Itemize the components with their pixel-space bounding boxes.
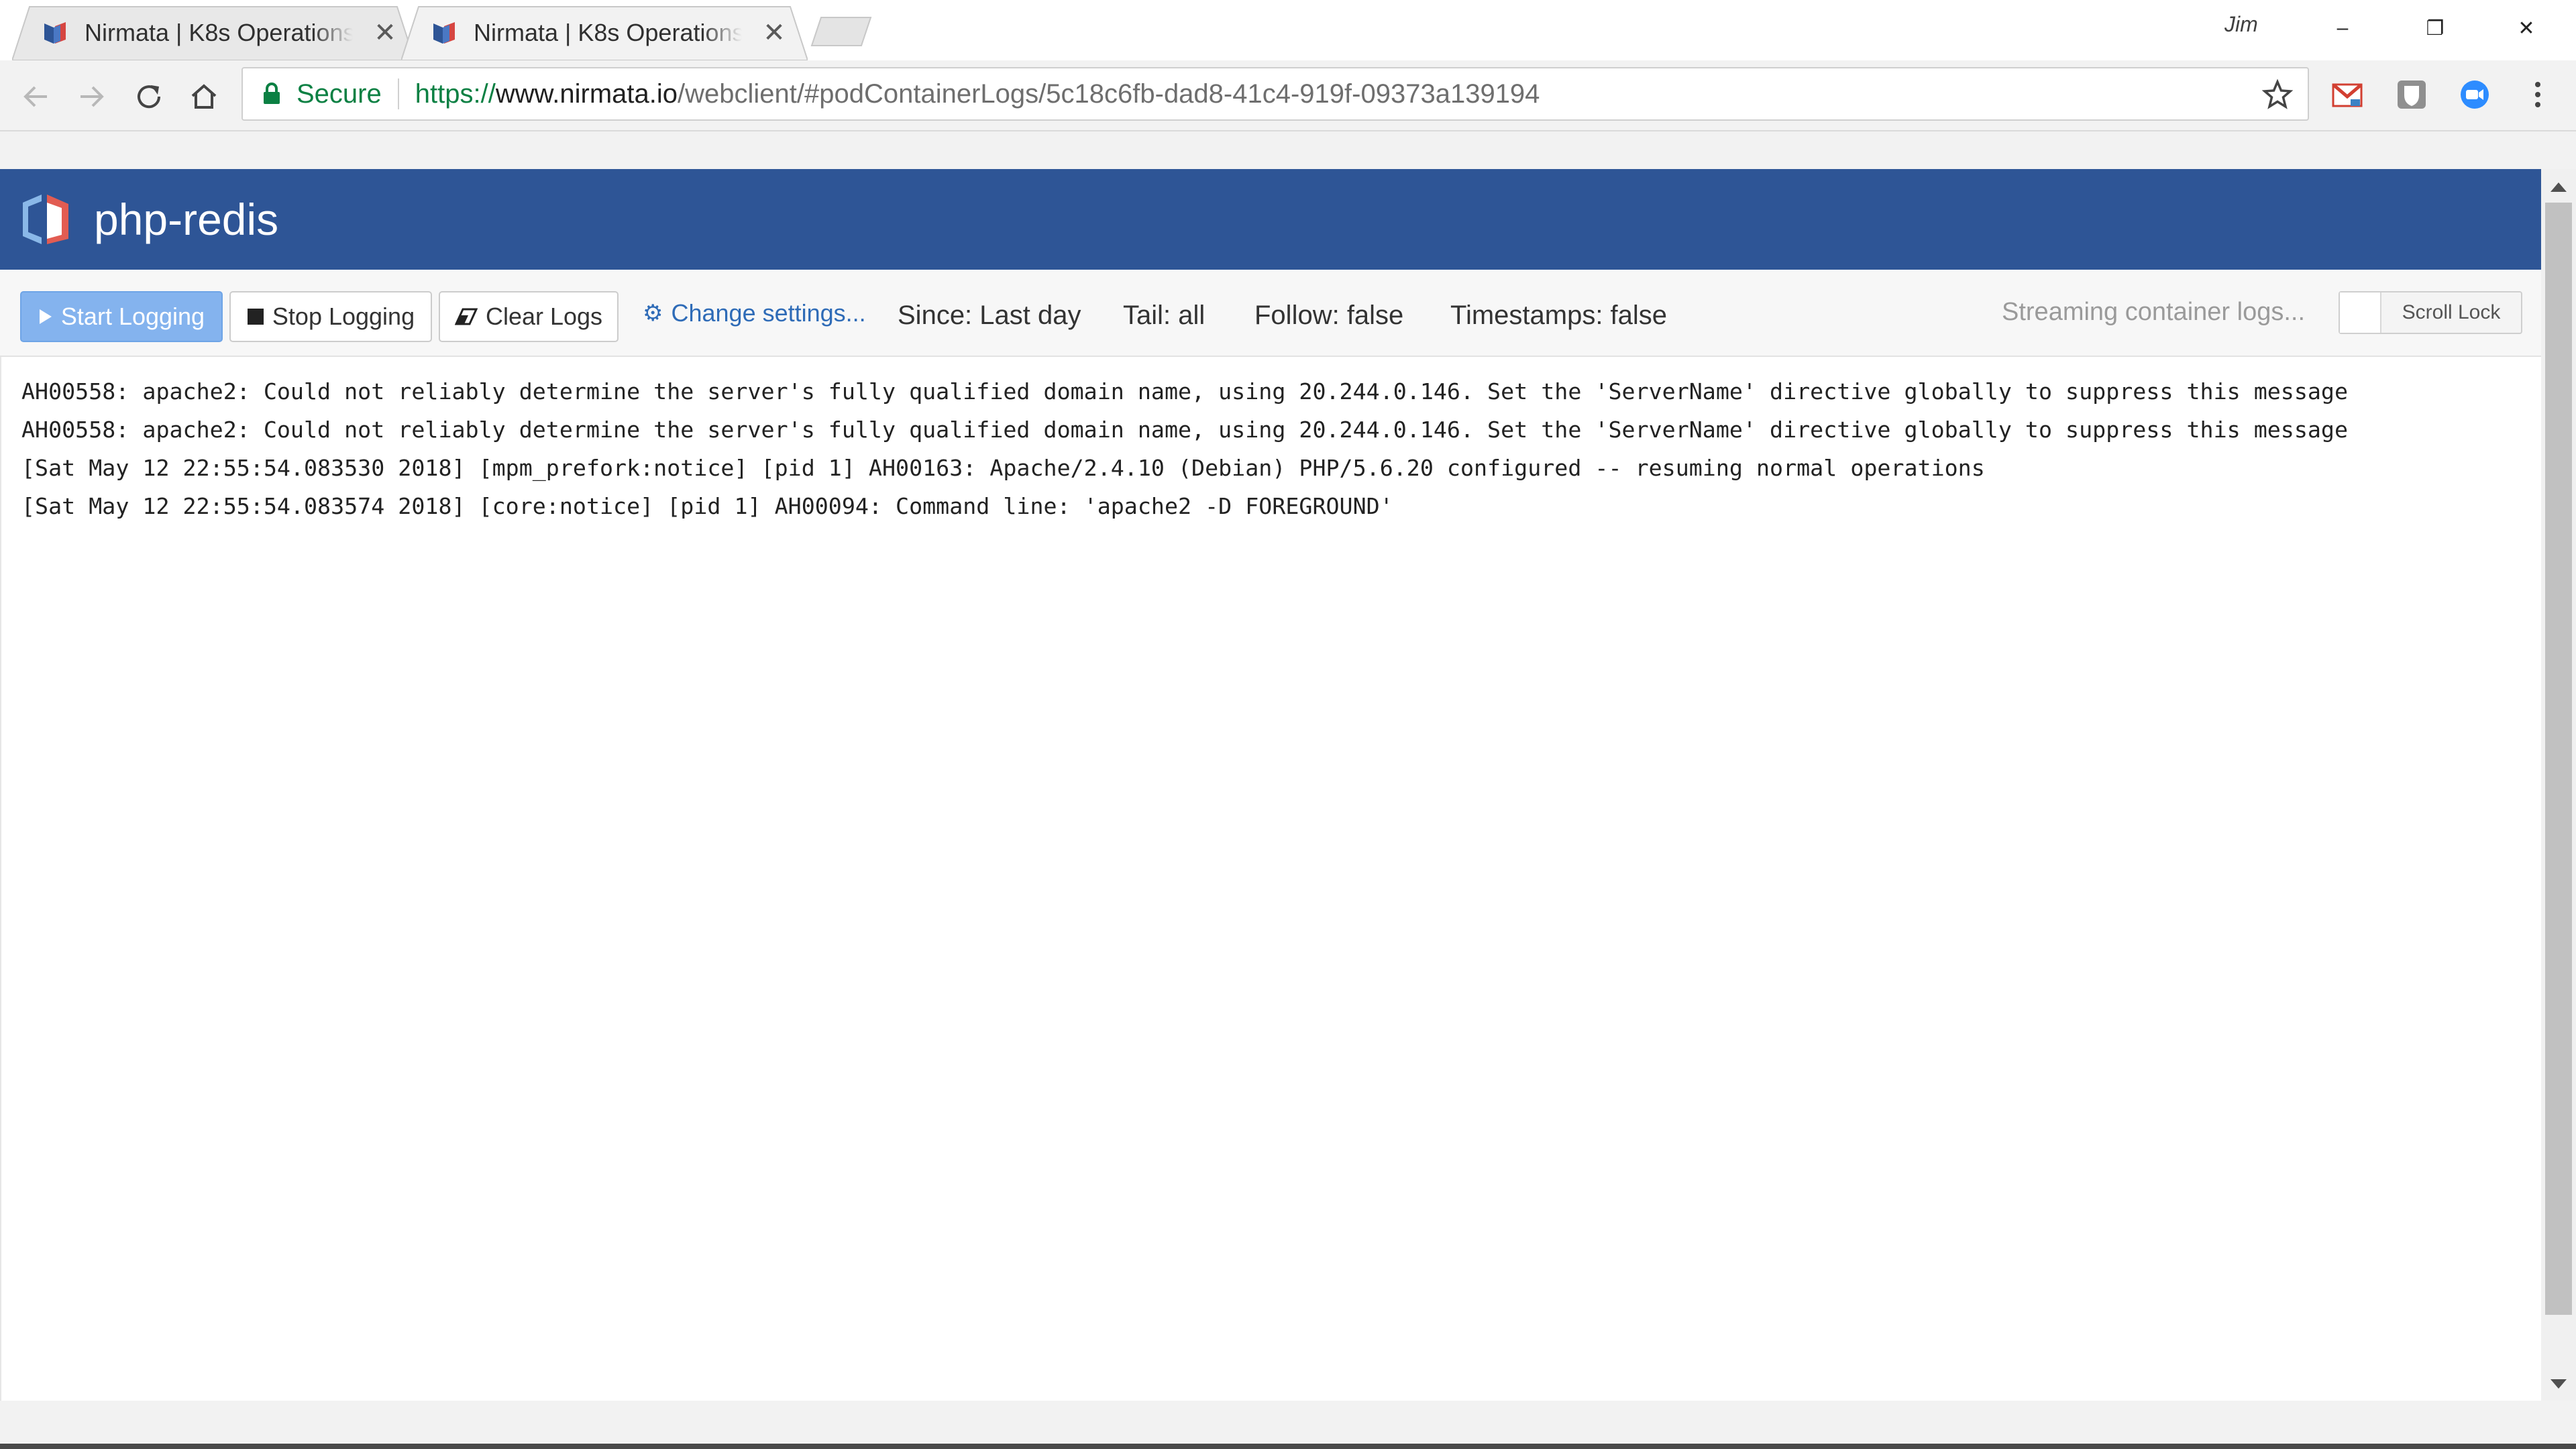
zoom-icon[interactable] [2458, 78, 2491, 111]
back-arrow-icon [23, 86, 47, 107]
minimize-button[interactable]: – [2316, 9, 2369, 47]
scroll-down-arrow-icon[interactable] [2551, 1379, 2567, 1389]
profile-name[interactable]: Jim [2224, 12, 2258, 37]
play-icon [38, 308, 53, 325]
clear-logs-label: Clear Logs [485, 303, 603, 330]
tab-strip: Nirmata | K8s Operations ✕ Nirmata | K8s… [0, 0, 2576, 60]
browser-tab-2[interactable]: Nirmata | K8s Operations ✕ [401, 5, 808, 60]
new-tab-button[interactable] [809, 15, 873, 48]
taskbar-edge [0, 1444, 2576, 1449]
restore-button[interactable]: ❐ [2408, 9, 2462, 47]
gear-icon: ⚙ [643, 301, 663, 326]
app-header: php-redis [0, 169, 2541, 270]
change-settings-label: Change settings... [671, 299, 866, 327]
change-settings-link[interactable]: ⚙ Change settings... [643, 299, 866, 327]
extension-icon[interactable] [2395, 78, 2428, 111]
scroll-up-arrow-icon[interactable] [2551, 182, 2567, 192]
clear-logs-button[interactable]: Clear Logs [439, 291, 619, 342]
stop-icon [247, 308, 264, 325]
start-logging-button[interactable]: Start Logging [20, 291, 223, 342]
secure-label: Secure [297, 78, 382, 109]
back-button[interactable] [16, 76, 56, 117]
gmail-icon[interactable] [2330, 78, 2364, 111]
address-bar[interactable]: Secure https:// www.nirmata.io /webclien… [241, 67, 2309, 121]
home-icon [191, 84, 217, 109]
tail-setting: Tail: all [1123, 301, 1205, 330]
eraser-icon [454, 308, 478, 325]
log-line: AH00558: apache2: Could not reliably det… [21, 378, 2349, 405]
tab-title: Nirmata | K8s Operations [474, 19, 742, 46]
page-bottom-band [0, 1401, 2576, 1449]
browser-tab-1[interactable]: Nirmata | K8s Operations ✕ [12, 5, 415, 60]
stop-logging-button[interactable]: Stop Logging [229, 291, 432, 342]
nirmata-favicon-icon [433, 22, 455, 44]
page-top-band [0, 131, 2576, 169]
log-line: [Sat May 12 22:55:54.083530 2018] [mpm_p… [21, 455, 1985, 481]
since-setting: Since: Last day [898, 301, 1081, 330]
start-logging-label: Start Logging [60, 303, 205, 330]
more-vert-icon[interactable] [2528, 78, 2548, 111]
url-host: www.nirmata.io [495, 78, 678, 109]
scrollbar-thumb[interactable] [2545, 203, 2572, 1315]
streaming-status: Streaming container logs... [2002, 298, 2306, 326]
address-separator [397, 78, 399, 109]
scroll-lock-toggle[interactable]: Scroll Lock [2339, 291, 2522, 334]
lock-icon [264, 83, 280, 104]
log-line: AH00558: apache2: Could not reliably det… [21, 417, 2349, 443]
star-icon[interactable] [2262, 79, 2293, 110]
follow-setting: Follow: false [1254, 301, 1404, 330]
url-path: /webclient/#podContainerLogs/5c18c6fb-da… [678, 78, 1540, 109]
vertical-scrollbar[interactable] [2541, 169, 2576, 1401]
browser-toolbar: Secure https:// www.nirmata.io /webclien… [0, 60, 2576, 131]
close-window-button[interactable]: ✕ [2500, 9, 2553, 47]
nirmata-favicon-icon [44, 22, 66, 44]
forward-button[interactable] [71, 76, 111, 117]
url-scheme: https:// [415, 78, 496, 109]
tab-title: Nirmata | K8s Operations [85, 19, 353, 46]
scroll-lock-label: Scroll Lock [2402, 301, 2501, 323]
timestamps-setting: Timestamps: false [1450, 301, 1668, 330]
scroll-lock-switch[interactable] [2340, 292, 2381, 333]
page-title: php-redis [94, 195, 279, 244]
forward-arrow-icon [80, 86, 104, 107]
close-tab-icon[interactable]: ✕ [372, 17, 398, 48]
reload-button[interactable] [129, 76, 169, 117]
home-button[interactable] [184, 76, 224, 117]
log-output: AH00558: apache2: Could not reliably det… [0, 357, 2541, 1401]
reload-icon [138, 85, 161, 109]
log-line: [Sat May 12 22:55:54.083574 2018] [core:… [21, 493, 1393, 519]
close-tab-icon[interactable]: ✕ [761, 17, 788, 48]
nirmata-logo-icon [23, 195, 68, 244]
stop-logging-label: Stop Logging [272, 303, 415, 330]
